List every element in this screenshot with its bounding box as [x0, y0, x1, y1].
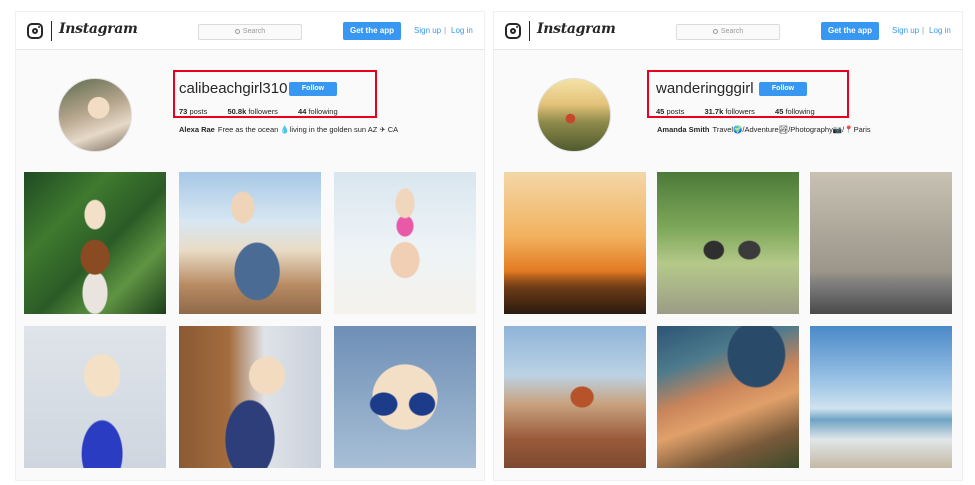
search-placeholder: Search — [242, 28, 266, 35]
link-separator: | — [444, 26, 447, 35]
post-thumbnail[interactable] — [334, 326, 476, 468]
post-grid — [502, 172, 954, 470]
post-thumbnail[interactable] — [657, 326, 799, 468]
post-grid — [24, 172, 476, 470]
top-nav-bar: Instagram Search Get the app Sign up | L… — [494, 12, 962, 50]
search-icon — [234, 29, 240, 34]
post-thumbnail[interactable] — [504, 172, 646, 314]
post-thumbnail[interactable] — [334, 172, 476, 314]
profile-panel-left: Instagram Search Get the app Sign up | L… — [15, 11, 485, 481]
link-separator: | — [922, 26, 925, 35]
bio-text: Travel🌍/Adventure🏞/Photography📷/📍Paris — [712, 125, 871, 134]
post-thumbnail[interactable] — [657, 172, 799, 314]
profile-panel-right: Instagram Search Get the app Sign up | L… — [493, 11, 963, 481]
search-icon — [712, 29, 718, 34]
log-in-link[interactable]: Log in — [929, 26, 951, 35]
post-thumbnail[interactable] — [179, 172, 321, 314]
get-the-app-button[interactable]: Get the app — [821, 22, 879, 40]
sign-up-link[interactable]: Sign up — [892, 26, 919, 35]
post-thumbnail[interactable] — [24, 326, 166, 468]
highlight-box — [647, 70, 849, 118]
post-thumbnail[interactable] — [179, 326, 321, 468]
log-in-link[interactable]: Log in — [451, 26, 473, 35]
highlight-box — [173, 70, 377, 118]
profile-bio: Amanda Smith Travel🌍/Adventure🏞/Photograp… — [657, 125, 871, 134]
post-thumbnail[interactable] — [504, 326, 646, 468]
sign-up-link[interactable]: Sign up — [414, 26, 441, 35]
search-input[interactable]: Search — [676, 24, 780, 40]
post-thumbnail[interactable] — [810, 172, 952, 314]
profile-full-name: Alexa Rae — [179, 125, 215, 134]
search-input[interactable]: Search — [198, 24, 302, 40]
post-thumbnail[interactable] — [810, 326, 952, 468]
profile-avatar[interactable] — [537, 78, 611, 152]
nav-divider — [529, 21, 530, 41]
instagram-wordmark[interactable]: Instagram — [537, 21, 616, 37]
nav-divider — [51, 21, 52, 41]
instagram-camera-icon[interactable] — [505, 23, 521, 39]
instagram-camera-icon[interactable] — [27, 23, 43, 39]
comparison-stage: Instagram Search Get the app Sign up | L… — [0, 0, 975, 485]
bio-text: Free as the ocean 💧living in the golden … — [217, 125, 399, 134]
profile-full-name: Amanda Smith — [657, 125, 710, 134]
get-the-app-button[interactable]: Get the app — [343, 22, 401, 40]
profile-avatar[interactable] — [58, 78, 132, 152]
instagram-wordmark[interactable]: Instagram — [59, 21, 138, 37]
profile-bio: Alexa Rae Free as the ocean 💧living in th… — [179, 125, 398, 134]
post-thumbnail[interactable] — [24, 172, 166, 314]
search-placeholder: Search — [720, 28, 744, 35]
top-nav-bar: Instagram Search Get the app Sign up | L… — [16, 12, 484, 50]
